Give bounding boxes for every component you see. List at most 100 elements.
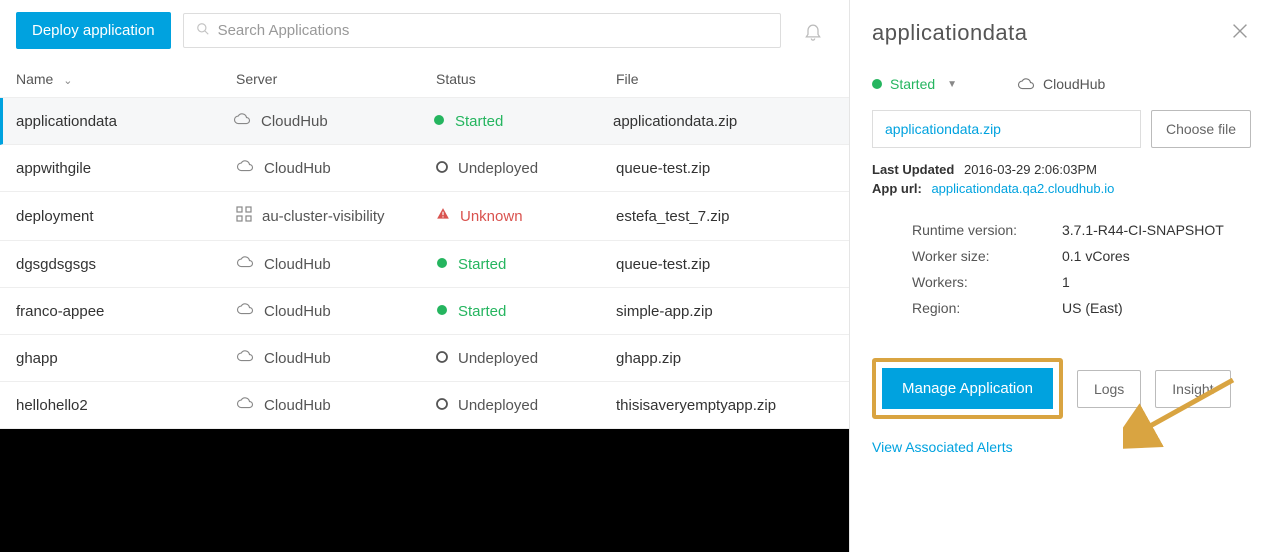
- server-label: CloudHub: [264, 303, 331, 320]
- region-label: Region:: [912, 300, 1062, 316]
- status-dropdown[interactable]: Started ▼: [872, 76, 957, 92]
- status-icon: [436, 350, 448, 367]
- column-header-file[interactable]: File: [616, 71, 833, 87]
- table-row[interactable]: appwithgile CloudHub Undeployedqueue-test.…: [0, 145, 849, 192]
- status-cell: Undeployed: [436, 397, 616, 414]
- insight-button[interactable]: Insight: [1155, 370, 1230, 408]
- table-body: applicationdata CloudHub Started applicatio…: [0, 98, 849, 429]
- search-input[interactable]: [218, 22, 768, 39]
- status-dot-icon: [872, 79, 882, 89]
- applications-list-panel: Deploy application Name ⌄ Server Status …: [0, 0, 850, 552]
- app-name-cell: appwithgile: [16, 160, 236, 177]
- status-icon: [436, 256, 448, 273]
- deploy-application-button[interactable]: Deploy application: [16, 12, 171, 49]
- status-cell: Undeployed: [436, 350, 616, 367]
- table-row[interactable]: dgsgdsgsgsCloudHubStartedqueue-test.zip: [0, 241, 849, 288]
- server-cell: CloudHub: [233, 112, 433, 130]
- runtime-version-value: 3.7.1-R44-CI-SNAPSHOT: [1062, 222, 1224, 238]
- app-name-cell: hellohello2: [16, 397, 236, 414]
- app-url-line: App url: applicationdata.qa2.cloudhub.io: [872, 181, 1251, 196]
- status-cell: Started: [433, 113, 613, 130]
- table-row[interactable]: applicationdata CloudHub Started applicatio…: [0, 98, 849, 145]
- application-detail-panel: applicationdata Started ▼ CloudHub appli…: [850, 0, 1273, 552]
- server-cell: au-cluster-visibility: [236, 206, 436, 226]
- table-row[interactable]: franco-appee CloudHub Started simple-app.zi…: [0, 288, 849, 335]
- server-label: CloudHub: [264, 160, 331, 177]
- panel-title: applicationdata: [872, 20, 1028, 46]
- choose-file-button[interactable]: Choose file: [1151, 110, 1251, 148]
- status-label: Started: [458, 303, 506, 320]
- worker-size-value: 0.1 vCores: [1062, 248, 1130, 264]
- status-label: Started: [458, 256, 506, 273]
- status-cell: Started: [436, 303, 616, 320]
- column-header-status[interactable]: Status: [436, 71, 616, 87]
- status-label: Unknown: [460, 208, 523, 225]
- deployment-target-label: CloudHub: [1043, 76, 1105, 92]
- search-field-wrapper[interactable]: [183, 13, 781, 48]
- status-icon: [433, 113, 445, 130]
- logs-button[interactable]: Logs: [1077, 370, 1141, 408]
- toolbar: Deploy application: [0, 0, 849, 61]
- status-label: Started: [455, 113, 503, 130]
- status-cell: Unknown: [436, 207, 616, 225]
- worker-size-label: Worker size:: [912, 248, 1062, 264]
- app-url-link[interactable]: applicationdata.qa2.cloudhub.io: [931, 181, 1114, 196]
- workers-label: Workers:: [912, 274, 1062, 290]
- status-cell: Undeployed: [436, 160, 616, 177]
- status-label: Started: [890, 76, 935, 92]
- app-name-cell: dgsgdsgsgs: [16, 256, 236, 273]
- status-icon: [436, 207, 450, 225]
- status-icon: [436, 303, 448, 320]
- chevron-down-icon: ▼: [947, 79, 957, 90]
- last-updated-label: Last Updated: [872, 162, 954, 177]
- server-label: CloudHub: [261, 113, 328, 130]
- application-file-field[interactable]: applicationdata.zip: [872, 110, 1141, 148]
- notifications-button[interactable]: [793, 21, 833, 41]
- footer-bar: [0, 429, 849, 552]
- region-value: US (East): [1062, 300, 1123, 316]
- status-cell: Started: [436, 256, 616, 273]
- status-icon: [436, 397, 448, 414]
- cloud-icon: [233, 112, 251, 130]
- search-icon: [196, 22, 210, 39]
- deployment-target: CloudHub: [1017, 76, 1105, 92]
- file-cell: queue-test.zip: [616, 160, 833, 177]
- file-cell: queue-test.zip: [616, 256, 833, 273]
- status-label: Undeployed: [458, 350, 538, 367]
- cloud-icon: [236, 302, 254, 320]
- server-label: CloudHub: [264, 350, 331, 367]
- cloud-icon: [236, 255, 254, 273]
- app-name-cell: ghapp: [16, 350, 236, 367]
- file-cell: simple-app.zip: [616, 303, 833, 320]
- status-label: Undeployed: [458, 397, 538, 414]
- runtime-version-label: Runtime version:: [912, 222, 1062, 238]
- cloud-icon: [236, 349, 254, 367]
- workers-value: 1: [1062, 274, 1070, 290]
- app-name-cell: applicationdata: [16, 113, 233, 130]
- cluster-icon: [236, 206, 252, 226]
- server-cell: CloudHub: [236, 349, 436, 367]
- table-row[interactable]: deploymentau-cluster-visibilityUnknownes…: [0, 192, 849, 241]
- server-label: CloudHub: [264, 397, 331, 414]
- close-panel-button[interactable]: [1229, 20, 1251, 45]
- column-header-name-label: Name: [16, 71, 53, 87]
- manage-application-button[interactable]: Manage Application: [882, 368, 1053, 409]
- view-associated-alerts-link[interactable]: View Associated Alerts: [872, 439, 1251, 455]
- status-icon: [436, 160, 448, 177]
- file-cell: ghapp.zip: [616, 350, 833, 367]
- server-cell: CloudHub: [236, 396, 436, 414]
- column-header-name[interactable]: Name ⌄: [16, 71, 236, 87]
- server-cell: CloudHub: [236, 159, 436, 177]
- close-icon: [1229, 20, 1251, 42]
- file-cell: applicationdata.zip: [613, 113, 833, 130]
- table-row[interactable]: hellohello2CloudHubUndeployedthisisavery…: [0, 382, 849, 429]
- app-url-label: App url:: [872, 181, 922, 196]
- column-header-server[interactable]: Server: [236, 71, 436, 87]
- app-name-cell: franco-appee: [16, 303, 236, 320]
- file-cell: estefa_test_7.zip: [616, 208, 833, 225]
- cloud-icon: [236, 396, 254, 414]
- server-label: au-cluster-visibility: [262, 208, 385, 225]
- table-row[interactable]: ghapp CloudHub Undeployed ghapp.zip: [0, 335, 849, 382]
- last-updated-line: Last Updated 2016-03-29 2:06:03PM: [872, 162, 1251, 177]
- cloud-icon: [236, 159, 254, 177]
